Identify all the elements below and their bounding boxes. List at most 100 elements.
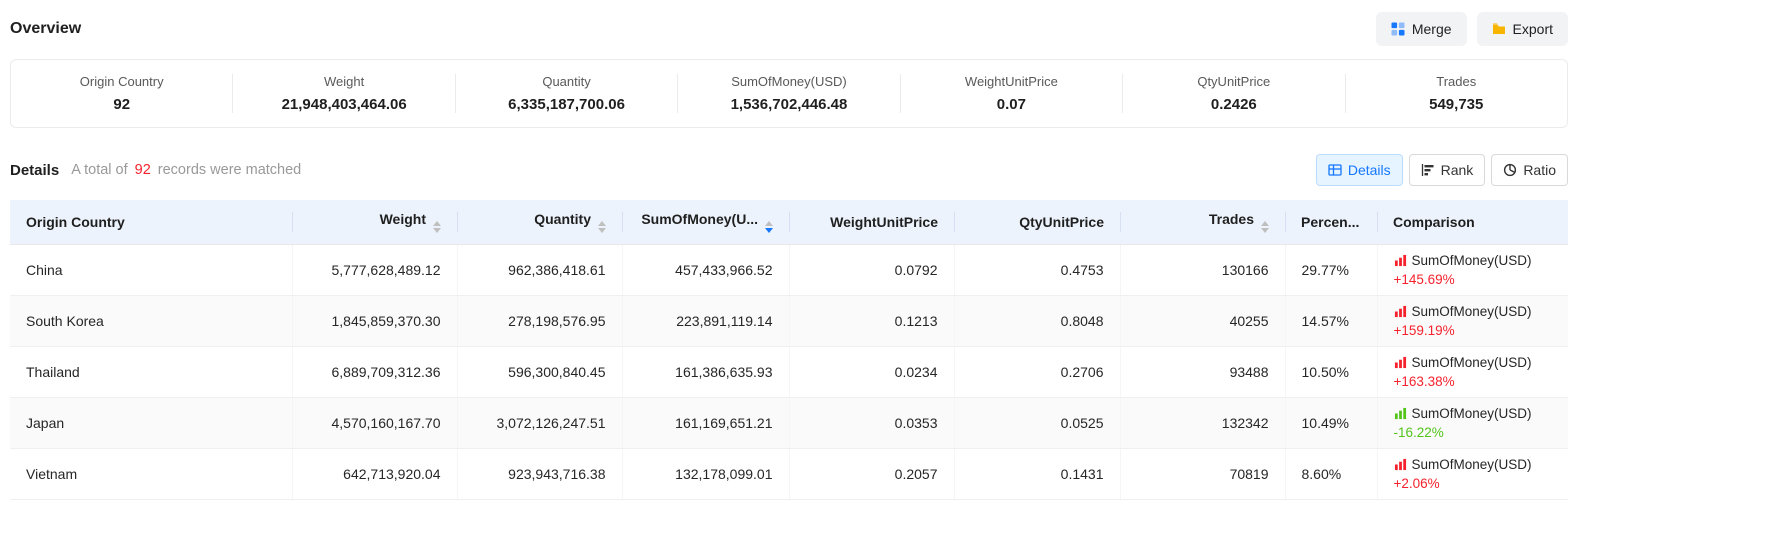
weight-cell: 5,777,628,489.12 xyxy=(292,245,457,296)
pie-chart-icon xyxy=(1503,163,1517,177)
merge-icon xyxy=(1391,22,1405,36)
weight-unit-price-cell: 0.0234 xyxy=(789,347,954,398)
table-row[interactable]: China 5,777,628,489.12 962,386,418.61 45… xyxy=(10,245,1568,296)
column-header-quantity[interactable]: Quantity xyxy=(457,200,622,245)
view-rank-label: Rank xyxy=(1441,162,1474,178)
summary-item-weight: Weight 21,948,403,464.06 xyxy=(232,74,454,113)
sum-cell: 457,433,966.52 xyxy=(622,245,789,296)
table-row[interactable]: South Korea 1,845,859,370.30 278,198,576… xyxy=(10,296,1568,347)
table-row[interactable]: Thailand 6,889,709,312.36 596,300,840.45… xyxy=(10,347,1568,398)
trades-cell: 132342 xyxy=(1120,398,1285,449)
summary-value: 0.2426 xyxy=(1123,96,1344,113)
comparison-change: -16.22% xyxy=(1394,425,1553,440)
percent-cell: 8.60% xyxy=(1285,449,1377,500)
percent-cell: 10.49% xyxy=(1285,398,1377,449)
country-cell: China xyxy=(10,245,292,296)
sort-icon[interactable] xyxy=(598,221,606,233)
column-header-trades[interactable]: Trades xyxy=(1120,200,1285,245)
table-header-row: Origin Country Weight Quantity SumOfMone… xyxy=(10,200,1568,245)
view-ratio-button[interactable]: Ratio xyxy=(1491,154,1568,186)
trades-cell: 93488 xyxy=(1120,347,1285,398)
comparison-change: +2.06% xyxy=(1394,476,1553,491)
summary-value: 21,948,403,464.06 xyxy=(233,96,454,113)
merge-button-label: Merge xyxy=(1412,21,1452,37)
view-rank-button[interactable]: Rank xyxy=(1409,154,1486,186)
trades-cell: 130166 xyxy=(1120,245,1285,296)
column-header-weight-unit-price: WeightUnitPrice xyxy=(789,200,954,245)
column-header-weight[interactable]: Weight xyxy=(292,200,457,245)
weight-unit-price-cell: 0.0353 xyxy=(789,398,954,449)
comparison-label: SumOfMoney(USD) xyxy=(1412,355,1532,370)
sum-cell: 223,891,119.14 xyxy=(622,296,789,347)
sum-cell: 132,178,099.01 xyxy=(622,449,789,500)
weight-unit-price-cell: 0.1213 xyxy=(789,296,954,347)
summary-label: Quantity xyxy=(456,74,677,89)
details-title: Details xyxy=(10,162,59,179)
summary-value: 1,536,702,446.48 xyxy=(678,96,899,113)
records-matched-suffix: records were matched xyxy=(158,162,301,178)
merge-button[interactable]: Merge xyxy=(1376,12,1467,46)
comparison-label: SumOfMoney(USD) xyxy=(1412,406,1532,421)
summary-label: Origin Country xyxy=(11,74,232,89)
qty-unit-price-cell: 0.2706 xyxy=(954,347,1120,398)
view-details-button[interactable]: Details xyxy=(1316,154,1403,186)
mini-bar-chart-icon xyxy=(1394,407,1407,420)
summary-value: 0.07 xyxy=(901,96,1122,113)
records-matched-count: 92 xyxy=(135,162,151,178)
weight-unit-price-cell: 0.2057 xyxy=(789,449,954,500)
summary-label: Weight xyxy=(233,74,454,89)
qty-unit-price-cell: 0.8048 xyxy=(954,296,1120,347)
comparison-label: SumOfMoney(USD) xyxy=(1412,304,1532,319)
summary-label: WeightUnitPrice xyxy=(901,74,1122,89)
country-cell: Japan xyxy=(10,398,292,449)
sort-icon[interactable] xyxy=(765,221,773,233)
comparison-cell: SumOfMoney(USD) +145.69% xyxy=(1377,245,1568,296)
column-header-percent: Percen... xyxy=(1285,200,1377,245)
qty-unit-price-cell: 0.1431 xyxy=(954,449,1120,500)
comparison-label: SumOfMoney(USD) xyxy=(1412,253,1532,268)
sum-cell: 161,386,635.93 xyxy=(622,347,789,398)
weight-cell: 4,570,160,167.70 xyxy=(292,398,457,449)
trades-cell: 40255 xyxy=(1120,296,1285,347)
percent-cell: 14.57% xyxy=(1285,296,1377,347)
sort-icon[interactable] xyxy=(433,221,441,233)
sort-icon[interactable] xyxy=(1261,221,1269,233)
comparison-cell: SumOfMoney(USD) +2.06% xyxy=(1377,449,1568,500)
details-table: Origin Country Weight Quantity SumOfMone… xyxy=(10,200,1568,500)
records-matched-prefix: A total of xyxy=(71,162,127,178)
summary-value: 92 xyxy=(11,96,232,113)
country-cell: Thailand xyxy=(10,347,292,398)
column-header-origin-country: Origin Country xyxy=(10,200,292,245)
mini-bar-chart-icon xyxy=(1394,305,1407,318)
comparison-change: +163.38% xyxy=(1394,374,1553,389)
view-details-label: Details xyxy=(1348,162,1391,178)
comparison-cell: SumOfMoney(USD) +159.19% xyxy=(1377,296,1568,347)
table-row[interactable]: Vietnam 642,713,920.04 923,943,716.38 13… xyxy=(10,449,1568,500)
sum-cell: 161,169,651.21 xyxy=(622,398,789,449)
table-row[interactable]: Japan 4,570,160,167.70 3,072,126,247.51 … xyxy=(10,398,1568,449)
topbar: Overview Merge Export xyxy=(10,0,1568,59)
table-icon xyxy=(1328,163,1342,177)
quantity-cell: 962,386,418.61 xyxy=(457,245,622,296)
country-cell: South Korea xyxy=(10,296,292,347)
summary-item-origin-country: Origin Country 92 xyxy=(11,74,232,113)
percent-cell: 10.50% xyxy=(1285,347,1377,398)
mini-bar-chart-icon xyxy=(1394,356,1407,369)
column-header-sum-of-money[interactable]: SumOfMoney(U... xyxy=(622,200,789,245)
weight-cell: 1,845,859,370.30 xyxy=(292,296,457,347)
summary-label: Trades xyxy=(1346,74,1567,89)
view-ratio-label: Ratio xyxy=(1523,162,1556,178)
weight-cell: 642,713,920.04 xyxy=(292,449,457,500)
comparison-change: +145.69% xyxy=(1394,272,1553,287)
export-button[interactable]: Export xyxy=(1477,12,1568,46)
summary-item-weight-unit-price: WeightUnitPrice 0.07 xyxy=(900,74,1122,113)
mini-bar-chart-icon xyxy=(1394,254,1407,267)
summary-value: 6,335,187,700.06 xyxy=(456,96,677,113)
weight-unit-price-cell: 0.0792 xyxy=(789,245,954,296)
column-header-qty-unit-price: QtyUnitPrice xyxy=(954,200,1120,245)
summary-label: QtyUnitPrice xyxy=(1123,74,1344,89)
export-button-label: Export xyxy=(1513,21,1553,37)
summary-label: SumOfMoney(USD) xyxy=(678,74,899,89)
quantity-cell: 596,300,840.45 xyxy=(457,347,622,398)
summary-item-quantity: Quantity 6,335,187,700.06 xyxy=(455,74,677,113)
